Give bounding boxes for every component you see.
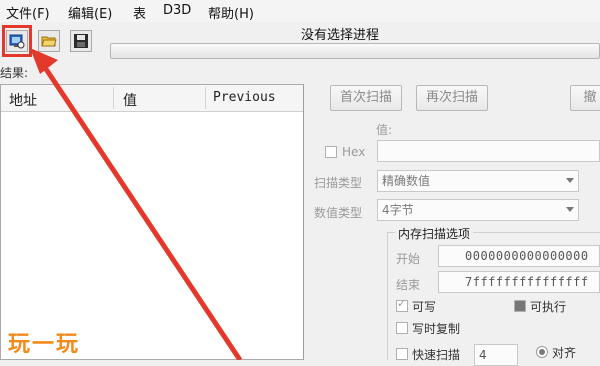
- annotation-arrow: [30, 48, 243, 360]
- watermark-logo: 玩一玩: [8, 326, 80, 358]
- watermark-text: 玩一玩: [8, 332, 81, 357]
